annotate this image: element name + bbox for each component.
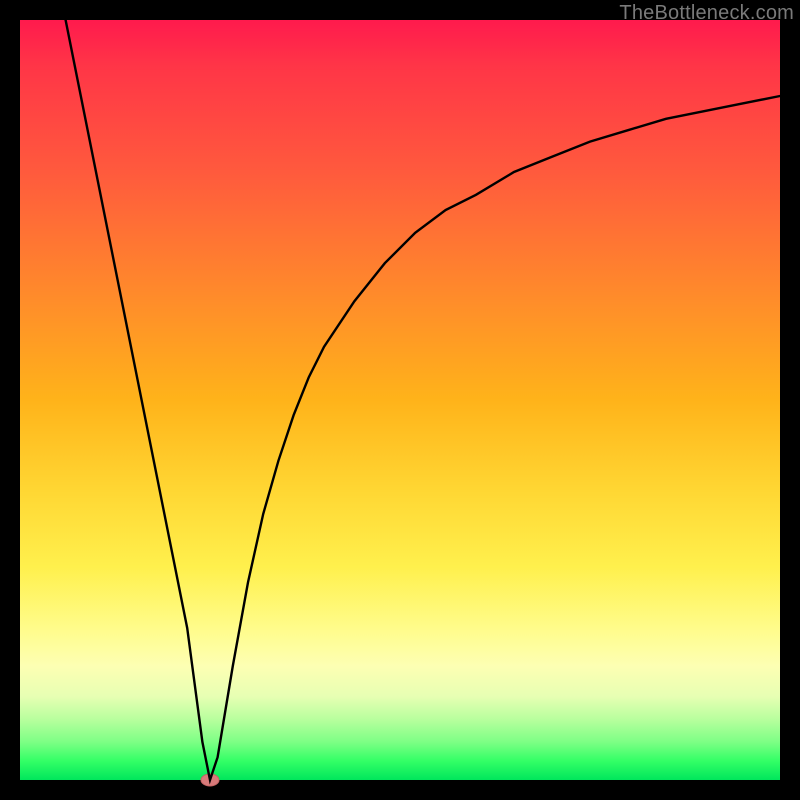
- watermark-text: TheBottleneck.com: [619, 2, 794, 25]
- chart-svg: [20, 20, 780, 780]
- chart-frame: [20, 20, 780, 780]
- bottleneck-curve: [66, 20, 780, 780]
